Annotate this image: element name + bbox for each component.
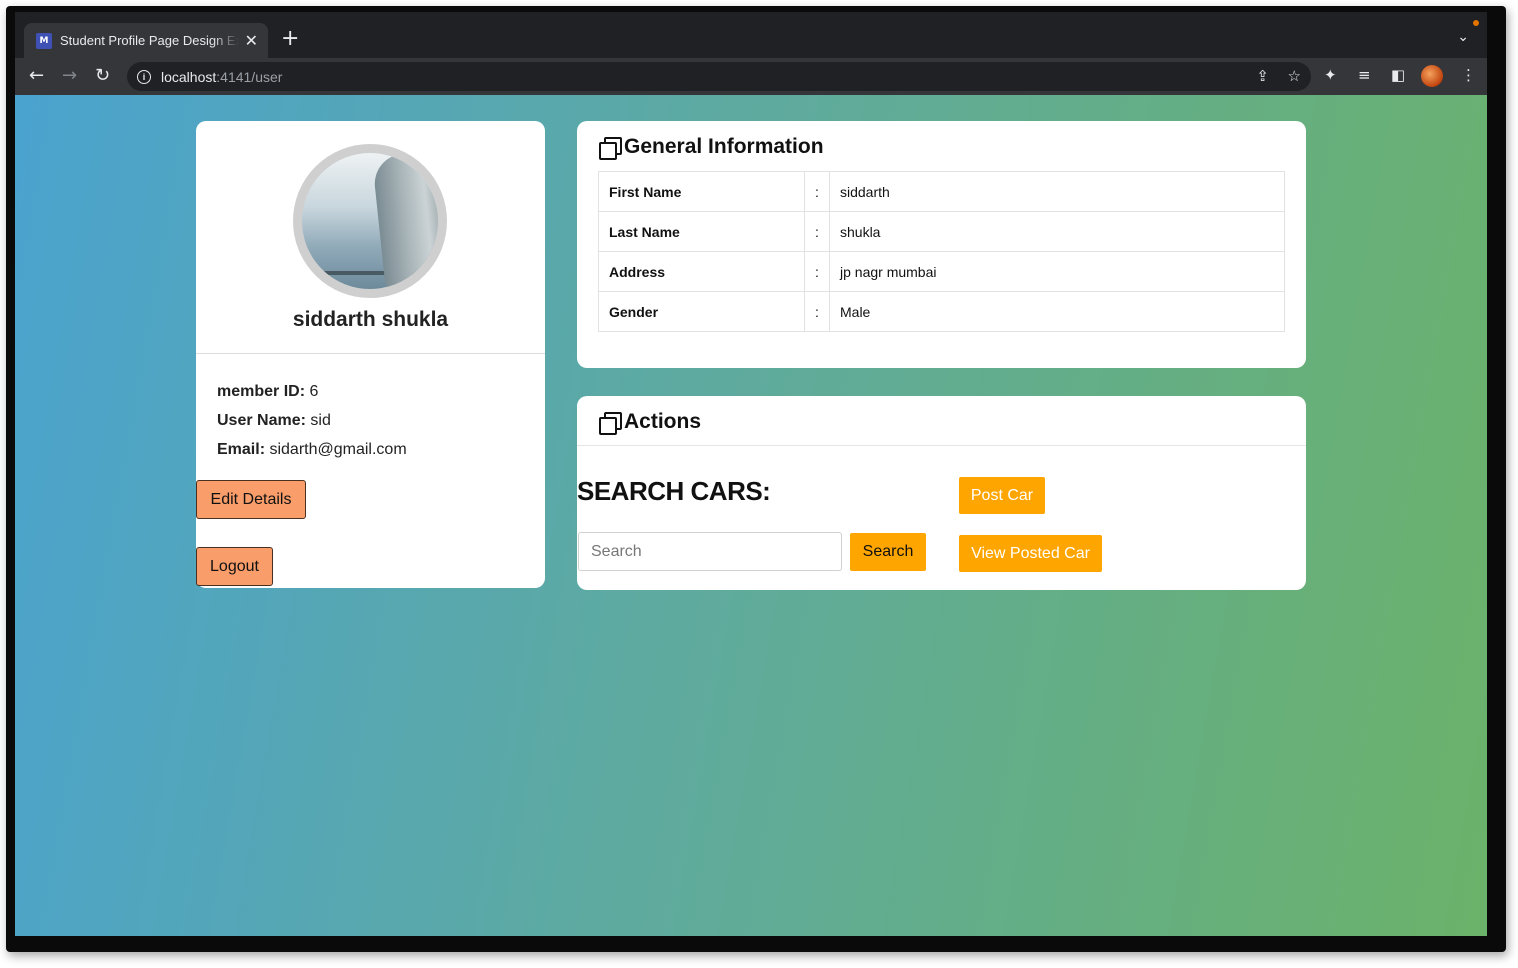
table-row: Address : jp nagr mumbai [598,251,1285,292]
email-line: Email: sidarth@gmail.com [217,435,407,464]
member-id-label: member ID: [217,383,306,400]
address-bar[interactable]: i localhost:4141/user ⇪ ☆ [127,62,1311,91]
edit-details-button[interactable]: Edit Details [196,480,306,519]
tab-active[interactable]: M Student Profile Page Design Ex ✕ [24,23,268,58]
username-label: User Name: [217,412,306,429]
actions-title: Actions [598,410,702,435]
row-value: shukla [829,211,1285,252]
browser-window: M Student Profile Page Design Ex ✕ + ⌄ ←… [15,12,1487,936]
side-panel-icon[interactable]: ◧ [1391,66,1405,84]
chevron-down-icon[interactable]: ⌄ [1457,28,1469,45]
reading-list-icon[interactable]: ≡ [1358,66,1371,84]
post-car-button[interactable]: Post Car [959,477,1045,514]
notification-dot-icon [1473,20,1479,26]
row-label: First Name [598,171,805,212]
email-label: Email: [217,441,266,458]
row-value: siddarth [829,171,1285,212]
copy-icon [598,411,622,435]
divider [577,445,1306,446]
member-id-line: member ID: 6 [217,377,407,406]
close-tab-icon[interactable]: ✕ [245,31,258,51]
table-row: Last Name : shukla [598,211,1285,252]
copy-icon [598,136,622,160]
profile-avatar-icon[interactable] [1421,65,1443,87]
url-path: :4141/user [216,68,283,85]
search-cars-heading: SEARCH CARS: [577,476,771,506]
search-input[interactable] [578,532,842,571]
row-label: Gender [598,291,805,332]
row-value: Male [829,291,1285,332]
extensions-puzzle-icon[interactable]: ✦ [1324,66,1337,84]
new-tab-icon[interactable]: + [281,26,299,51]
row-separator: : [804,251,830,292]
row-label: Last Name [598,211,805,252]
username-value: sid [310,412,331,429]
favicon-icon: M [36,32,52,49]
member-id-value: 6 [309,383,319,400]
back-arrow-icon[interactable]: ← [29,65,44,87]
general-information-card: General Information First Name : siddart… [577,121,1306,368]
row-separator: : [804,211,830,252]
row-separator: : [804,171,830,212]
avatar-photo-person [371,153,438,289]
page-content: siddarth shukla member ID: 6 User Name: … [15,95,1487,936]
email-value: sidarth@gmail.com [269,441,407,458]
share-icon[interactable]: ⇪ [1256,67,1269,85]
menu-kebab-icon[interactable]: ⋮ [1461,66,1476,84]
view-posted-car-button[interactable]: View Posted Car [959,535,1102,572]
profile-name: siddarth shukla [292,308,449,331]
actions-card: Actions SEARCH CARS: Search Post Car Vie… [577,396,1306,590]
row-label: Address [598,251,805,292]
table-row: Gender : Male [598,291,1285,332]
logout-button[interactable]: Logout [196,547,273,586]
actions-heading: Actions [624,410,702,433]
general-information-title: General Information [598,135,824,160]
row-separator: : [804,291,830,332]
browser-toolbar: ← → ↻ i localhost:4141/user ⇪ ☆ ✦ ≡ ◧ ⋮ [15,58,1487,95]
tab-strip: M Student Profile Page Design Ex ✕ + ⌄ [15,12,1487,58]
profile-meta: member ID: 6 User Name: sid Email: sidar… [217,377,407,464]
bookmark-star-icon[interactable]: ☆ [1288,67,1301,85]
general-information-heading: General Information [624,135,824,158]
row-value: jp nagr mumbai [829,251,1285,292]
table-row: First Name : siddarth [598,171,1285,212]
profile-card: siddarth shukla member ID: 6 User Name: … [196,121,545,588]
search-button[interactable]: Search [850,533,926,571]
url-host: localhost [161,68,217,85]
divider [196,353,545,354]
forward-arrow-icon[interactable]: → [62,65,77,87]
avatar [293,144,447,298]
site-info-icon[interactable]: i [137,69,151,84]
reload-icon[interactable]: ↻ [95,65,110,87]
username-line: User Name: sid [217,406,407,435]
general-information-table: First Name : siddarth Last Name : shukla… [598,171,1285,332]
tab-title: Student Profile Page Design Ex [60,33,239,48]
